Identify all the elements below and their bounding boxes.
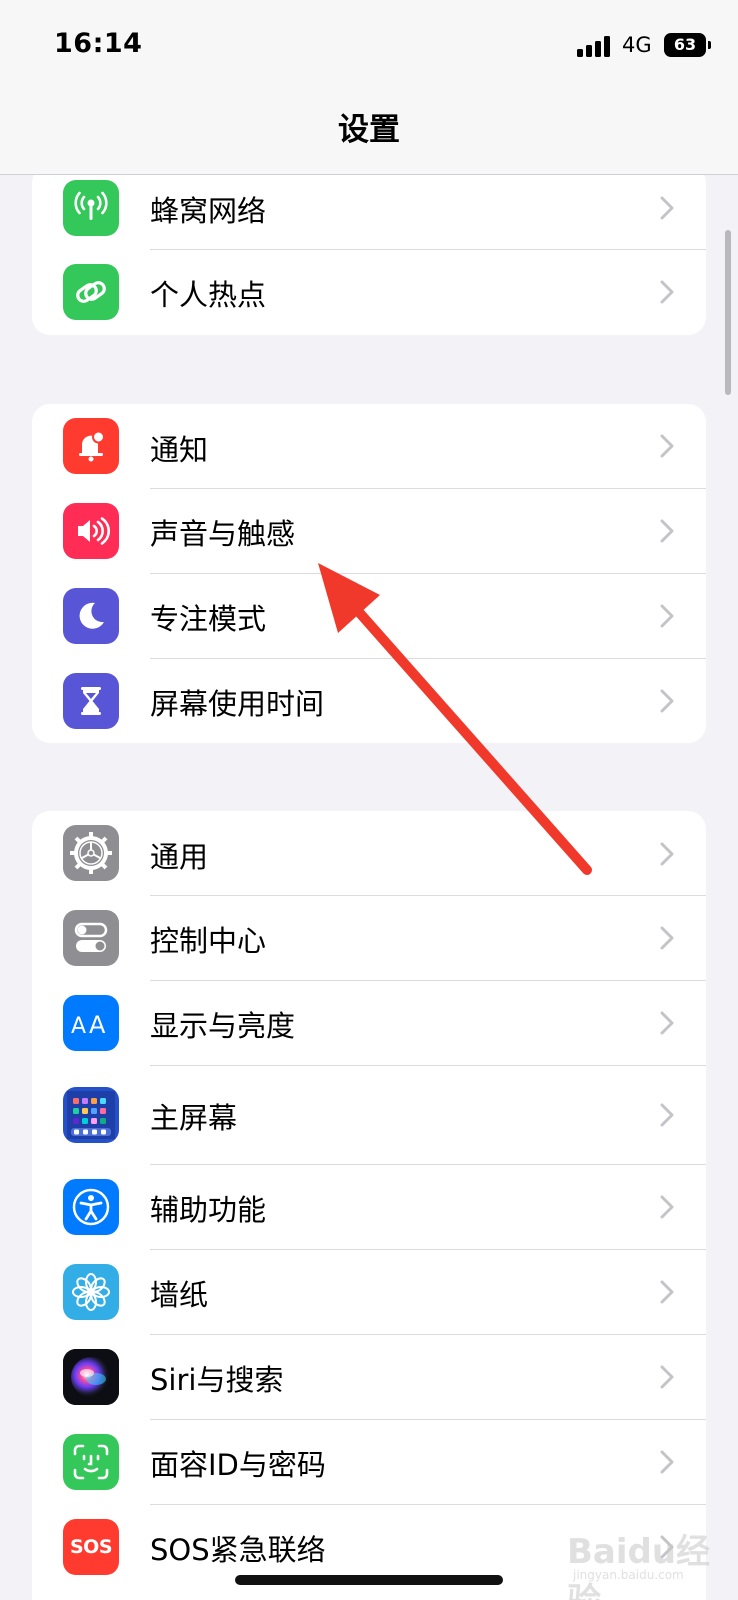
settings-row-accessibility[interactable]: 辅助功能	[32, 1165, 706, 1250]
home-screen-grid-icon	[63, 1087, 119, 1143]
settings-row-label: 通知	[150, 433, 209, 467]
settings-row-hotspot[interactable]: 个人热点	[32, 250, 706, 335]
settings-row-general[interactable]: 通用	[32, 811, 706, 896]
battery-icon: 63	[664, 33, 711, 57]
settings-list[interactable]: 蜂窝网络 个人热点 通知 声音与触感 专注模式 屏幕使用时间 通用 控制中心 A…	[0, 175, 738, 1600]
settings-row-siri-search[interactable]: Siri与搜索	[32, 1335, 706, 1420]
settings-row-cellular[interactable]: 蜂窝网络	[32, 175, 706, 250]
settings-row-screen-time[interactable]: 屏幕使用时间	[32, 659, 706, 743]
text-size-icon: A A	[63, 995, 119, 1051]
status-bar: 16:14 4G 63	[0, 0, 738, 95]
chevron-right-icon	[660, 604, 674, 628]
settings-row-label: 主屏幕	[150, 1101, 238, 1135]
sos-icon-text: SOS	[69, 1536, 113, 1558]
settings-row-label: 面容ID与密码	[150, 1448, 326, 1482]
sos-icon: SOS	[63, 1519, 119, 1575]
network-type: 4G	[622, 33, 652, 57]
scroll-indicator	[725, 230, 731, 395]
chevron-right-icon	[660, 1280, 674, 1304]
watermark-subtext: jingyan.baidu.com	[573, 1568, 684, 1582]
chevron-right-icon	[660, 689, 674, 713]
settings-row-notifications[interactable]: 通知	[32, 404, 706, 489]
settings-row-label: 声音与触感	[150, 517, 296, 551]
toggles-icon	[63, 910, 119, 966]
settings-row-home-screen[interactable]: 主屏幕	[32, 1066, 706, 1165]
settings-row-wallpaper[interactable]: 墙纸	[32, 1250, 706, 1335]
settings-row-label: 通用	[150, 840, 209, 874]
settings-group-general: 通用 控制中心 A A 显示与亮度 主屏幕 辅助功能 墙纸 Siri与搜索 面容…	[32, 811, 706, 1600]
settings-row-label: 显示与亮度	[150, 1009, 296, 1043]
svg-text:A: A	[71, 1014, 86, 1038]
chevron-right-icon	[660, 842, 674, 866]
settings-row-control-center[interactable]: 控制中心	[32, 896, 706, 981]
face-id-icon	[63, 1434, 119, 1490]
settings-row-label: 个人热点	[150, 278, 267, 312]
status-time: 16:14	[54, 28, 143, 59]
settings-row-label: 屏幕使用时间	[150, 687, 325, 721]
speaker-icon	[63, 503, 119, 559]
navigation-bar: 设置	[0, 95, 738, 175]
accessibility-icon	[63, 1179, 119, 1235]
chevron-right-icon	[660, 434, 674, 458]
notification-bell-icon	[63, 418, 119, 474]
chevron-right-icon	[660, 1450, 674, 1474]
page-title: 设置	[338, 112, 400, 148]
settings-group-network: 蜂窝网络 个人热点	[32, 175, 706, 335]
baidu-watermark: Baidu经验 jingyan.baidu.com	[567, 1518, 717, 1600]
signal-strength-icon	[577, 35, 613, 57]
settings-row-label: SOS紧急联络	[150, 1533, 326, 1567]
moon-icon	[63, 588, 119, 644]
svg-text:A: A	[89, 1011, 106, 1038]
chevron-right-icon	[660, 196, 674, 220]
home-indicator[interactable]	[235, 1575, 503, 1585]
settings-row-sounds-haptics[interactable]: 声音与触感	[32, 489, 706, 574]
chevron-right-icon	[660, 1195, 674, 1219]
chevron-right-icon	[660, 1011, 674, 1035]
settings-row-label: Siri与搜索	[150, 1363, 284, 1397]
siri-orb-icon	[63, 1349, 119, 1405]
settings-row-face-id[interactable]: 面容ID与密码	[32, 1420, 706, 1505]
personal-hotspot-link-icon	[63, 264, 119, 320]
gear-icon	[63, 825, 119, 881]
settings-group-notifications: 通知 声音与触感 专注模式 屏幕使用时间	[32, 404, 706, 743]
chevron-right-icon	[660, 926, 674, 950]
chevron-right-icon	[660, 1365, 674, 1389]
chevron-right-icon	[660, 280, 674, 304]
settings-row-label: 控制中心	[150, 924, 267, 958]
chevron-right-icon	[660, 1103, 674, 1127]
chevron-right-icon	[660, 519, 674, 543]
watermark-text: Baidu经验	[567, 1532, 711, 1600]
flower-icon	[63, 1264, 119, 1320]
settings-row-focus[interactable]: 专注模式	[32, 574, 706, 659]
settings-row-label: 专注模式	[150, 602, 267, 636]
settings-row-display-brightness[interactable]: A A 显示与亮度	[32, 981, 706, 1066]
settings-row-label: 辅助功能	[150, 1193, 267, 1227]
settings-row-label: 蜂窝网络	[150, 194, 267, 228]
hourglass-icon	[63, 673, 119, 729]
settings-row-label: 墙纸	[150, 1278, 209, 1312]
cellular-antenna-icon	[63, 180, 119, 236]
